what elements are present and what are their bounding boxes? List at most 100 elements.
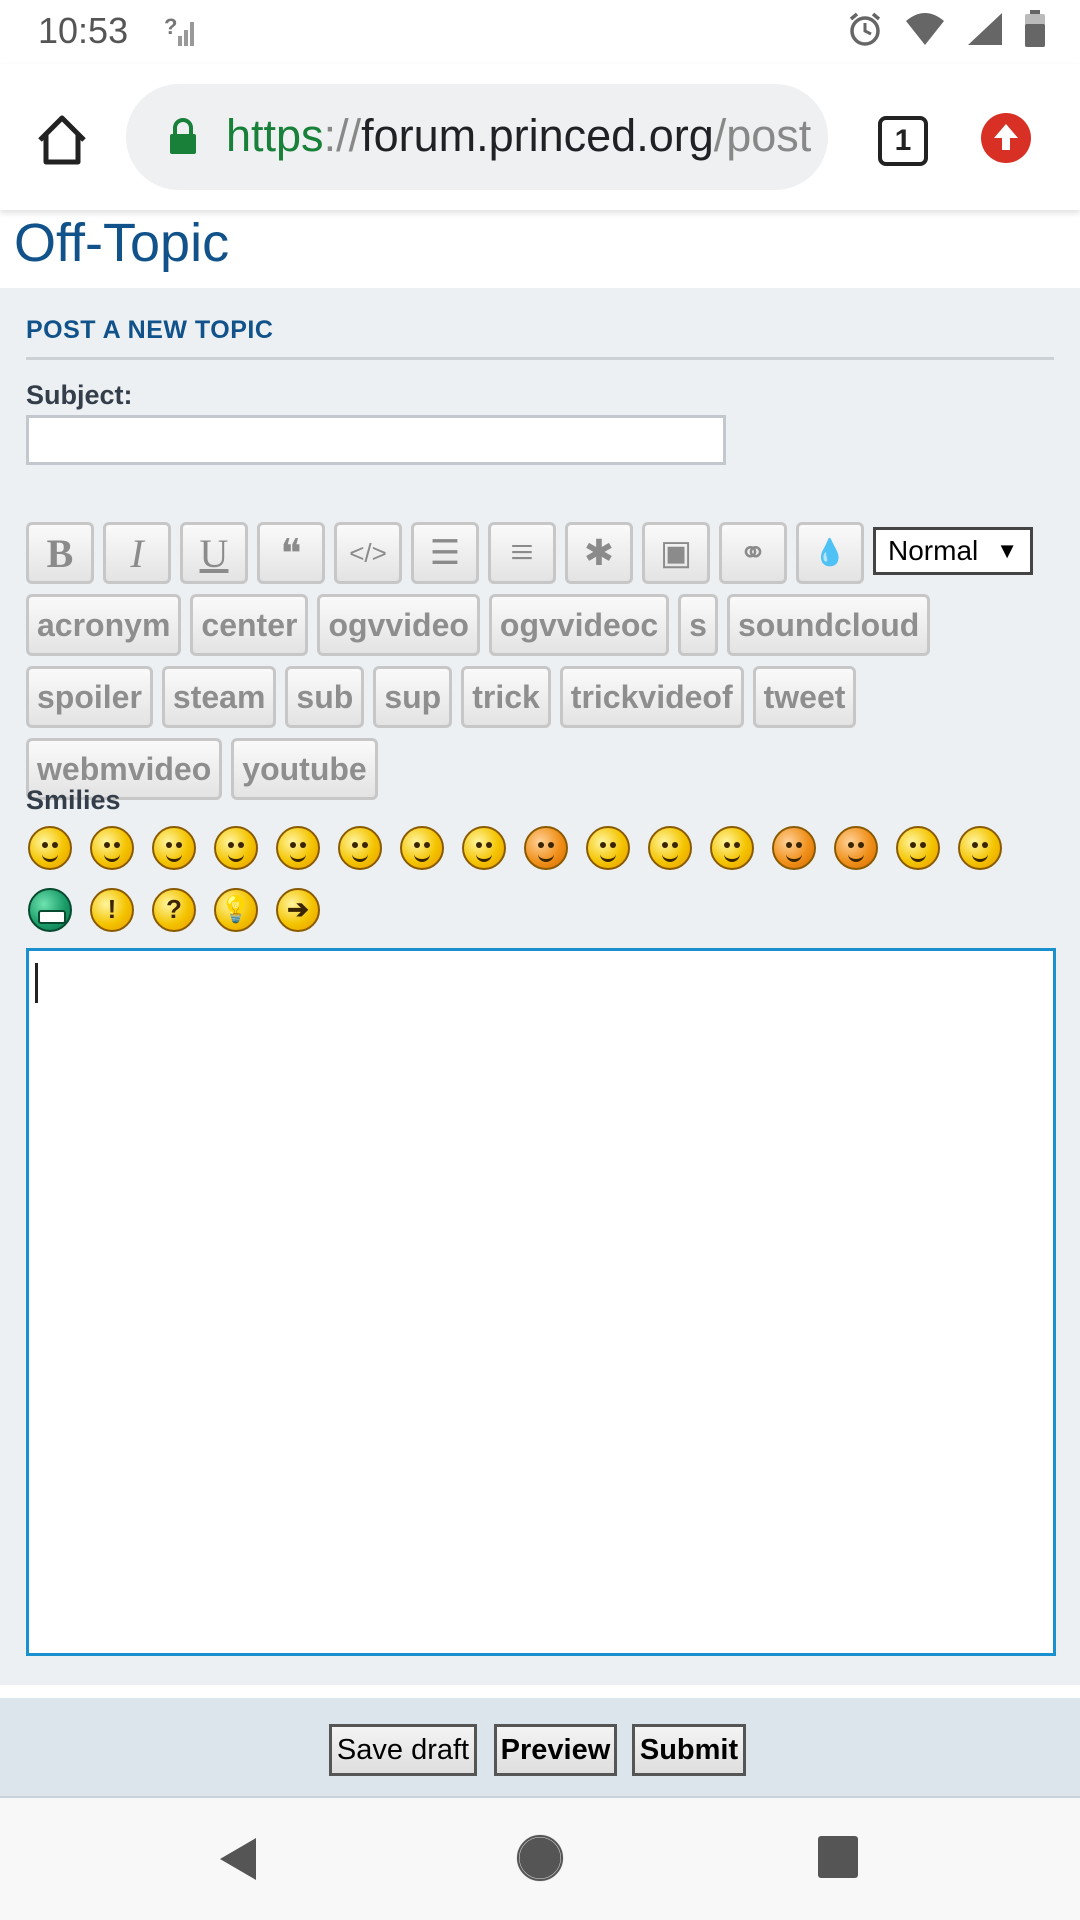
back-icon[interactable] xyxy=(218,1836,258,1887)
url-separator: :// xyxy=(323,110,362,161)
smiley-mouth xyxy=(290,853,306,862)
smiley-eye xyxy=(104,842,110,848)
link-button[interactable]: ⚭ xyxy=(719,522,787,584)
cool-smiley-icon[interactable] xyxy=(462,826,506,870)
image-button[interactable]: ▣ xyxy=(642,522,710,584)
code-button[interactable]: </> xyxy=(334,522,402,584)
smiley-eye xyxy=(734,842,740,848)
home-icon[interactable] xyxy=(34,112,90,168)
acronym-button[interactable]: acronym xyxy=(26,594,182,656)
rolling-eyes-smiley-icon[interactable] xyxy=(400,826,444,870)
list-item-button[interactable]: ✱ xyxy=(565,522,633,584)
sub-button[interactable]: sub xyxy=(285,666,365,728)
color-button[interactable]: 💧 xyxy=(796,522,864,584)
address-bar[interactable]: https://forum.princed.org/post xyxy=(126,84,828,190)
home-circle-icon[interactable] xyxy=(515,1833,565,1888)
very-happy-smiley-icon[interactable] xyxy=(28,826,72,870)
idea-smiley-icon[interactable]: 💡 xyxy=(214,888,258,932)
tongue-smiley-icon[interactable] xyxy=(214,826,258,870)
crying-smiley-icon[interactable] xyxy=(648,826,692,870)
grin-smiley-icon[interactable] xyxy=(90,826,134,870)
smiley-symbol: 💡 xyxy=(219,894,253,924)
question-smiley-icon[interactable]: ? xyxy=(152,888,196,932)
smiley-eye xyxy=(796,842,802,848)
cell-signal-icon xyxy=(966,11,1004,52)
smiley-eye xyxy=(920,842,926,848)
evil-smiley-icon[interactable] xyxy=(772,826,816,870)
smiley-eye xyxy=(972,842,978,848)
smiley-eye xyxy=(414,842,420,848)
twisted-evil-smiley-icon[interactable] xyxy=(834,826,878,870)
smiley-eye xyxy=(548,842,554,848)
italic-icon: I xyxy=(130,530,144,576)
smiley-eye xyxy=(228,842,234,848)
spoiler-button[interactable]: spoiler xyxy=(26,666,153,728)
droplet-icon: 💧 xyxy=(813,538,847,567)
confused-smiley-icon[interactable] xyxy=(896,826,940,870)
font-size-select[interactable]: Normal ▼ xyxy=(873,527,1034,575)
smiley-eye xyxy=(238,842,244,848)
arrow-smiley-icon[interactable]: ➔ xyxy=(276,888,320,932)
smiley-eye xyxy=(176,842,182,848)
subject-input[interactable] xyxy=(26,415,726,465)
ogvvideoc-button[interactable]: ogvvideoc xyxy=(488,594,670,656)
system-nav-bar xyxy=(0,1798,1080,1920)
smiley-mouth xyxy=(910,853,926,862)
underline-button[interactable]: U xyxy=(180,522,248,584)
smiley-symbol: ! xyxy=(107,894,117,924)
recents-icon[interactable] xyxy=(818,1836,858,1883)
exclamation-smiley-icon[interactable]: ! xyxy=(90,888,134,932)
neutral-smiley-icon[interactable] xyxy=(958,826,1002,870)
url-text[interactable]: https://forum.princed.org/post xyxy=(226,110,811,162)
youtube-button[interactable]: youtube xyxy=(231,738,378,800)
ogvvideo-button[interactable]: ogvvideo xyxy=(317,594,480,656)
smilies-row-1 xyxy=(28,826,1048,870)
code-icon: </> xyxy=(349,537,387,568)
trickvideof-button[interactable]: trickvideof xyxy=(559,666,744,728)
steam-button[interactable]: steam xyxy=(161,666,277,728)
wink-smiley-icon[interactable] xyxy=(152,826,196,870)
browser-toolbar: https://forum.princed.org/post 1 xyxy=(0,64,1080,210)
smiley-eye xyxy=(858,842,864,848)
quote-button[interactable]: ❝ xyxy=(257,522,325,584)
url-path: /post xyxy=(713,110,812,161)
center-button[interactable]: center xyxy=(190,594,309,656)
bold-button[interactable]: B xyxy=(26,522,94,584)
tabs-icon[interactable]: 1 xyxy=(878,116,928,166)
soundcloud-button[interactable]: soundcloud xyxy=(726,594,931,656)
preview-button[interactable]: Preview xyxy=(494,1724,617,1776)
shocked-smiley-icon[interactable] xyxy=(338,826,382,870)
quote-icon: ❝ xyxy=(280,530,302,576)
smiley-eye xyxy=(610,842,616,848)
smiley-symbol: ? xyxy=(166,894,182,924)
sad-smiley-icon[interactable] xyxy=(586,826,630,870)
smiley-eye xyxy=(662,842,668,848)
asterisk-icon: ✱ xyxy=(583,533,615,573)
angry-smiley-icon[interactable] xyxy=(710,826,754,870)
smiley-mouth xyxy=(38,910,66,924)
submit-button[interactable]: Submit xyxy=(632,1724,746,1776)
update-icon[interactable] xyxy=(980,112,1032,164)
smiley-eye xyxy=(52,842,58,848)
smiley-mouth xyxy=(352,853,368,862)
smiley-mouth xyxy=(166,853,182,862)
message-textarea[interactable] xyxy=(26,948,1056,1656)
smiley-eye xyxy=(538,842,544,848)
list-button[interactable]: ☰ xyxy=(411,522,479,584)
trick-button[interactable]: trick xyxy=(461,666,551,728)
url-scheme: https xyxy=(226,110,324,161)
strike-button[interactable]: s xyxy=(678,594,718,656)
embarrassed-smiley-icon[interactable] xyxy=(524,826,568,870)
italic-button[interactable]: I xyxy=(103,522,171,584)
smiley-eye xyxy=(724,842,730,848)
dropdown-arrow-icon: ▼ xyxy=(996,538,1019,563)
tweet-button[interactable]: tweet xyxy=(752,666,857,728)
smiley-eye xyxy=(362,842,368,848)
smiley-eye xyxy=(42,842,48,848)
sup-button[interactable]: sup xyxy=(373,666,453,728)
ordered-list-button[interactable]: ≡ xyxy=(488,522,556,584)
page-title[interactable]: Off-Topic xyxy=(14,212,229,274)
laughing-smiley-icon[interactable] xyxy=(276,826,320,870)
green-grin-smiley-icon[interactable] xyxy=(28,888,72,932)
save-draft-button[interactable]: Save draft xyxy=(329,1724,477,1776)
